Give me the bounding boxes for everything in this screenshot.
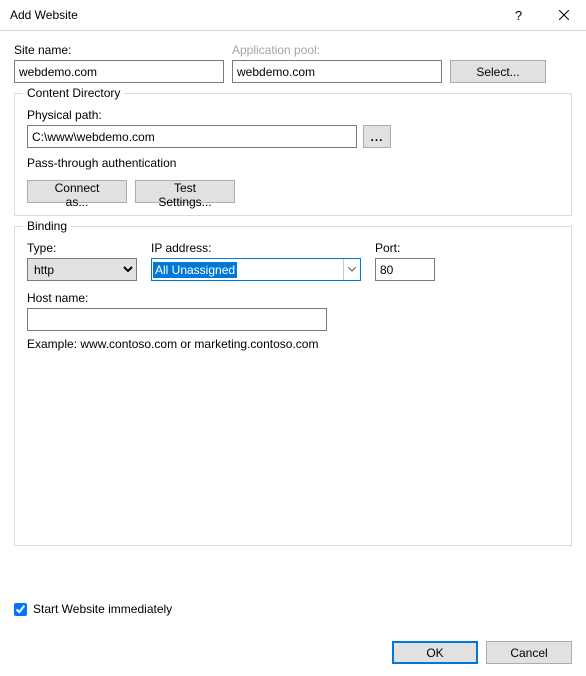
app-pool-input xyxy=(232,60,442,83)
binding-legend: Binding xyxy=(23,219,71,233)
content-directory-group: Content Directory Physical path: ... Pas… xyxy=(14,93,572,216)
type-label: Type: xyxy=(27,241,137,255)
connect-as-button[interactable]: Connect as... xyxy=(27,180,127,203)
start-immediately-checkbox[interactable] xyxy=(14,603,27,616)
ip-address-value: All Unassigned xyxy=(153,262,237,278)
chevron-down-icon xyxy=(343,259,360,280)
binding-group: Binding Type: http IP address: All Unass… xyxy=(14,226,572,546)
close-button[interactable] xyxy=(541,0,586,30)
dialog-footer: OK Cancel xyxy=(392,641,572,664)
window-title: Add Website xyxy=(10,8,496,22)
start-immediately-label: Start Website immediately xyxy=(33,602,172,616)
port-label: Port: xyxy=(375,241,435,255)
physical-path-input[interactable] xyxy=(27,125,357,148)
type-select[interactable]: http xyxy=(27,258,137,281)
site-name-input[interactable] xyxy=(14,60,224,83)
ip-address-label: IP address: xyxy=(151,241,361,255)
host-name-label: Host name: xyxy=(27,291,327,305)
dialog-content: Site name: Application pool: Select... C… xyxy=(0,31,586,546)
select-app-pool-button[interactable]: Select... xyxy=(450,60,546,83)
content-directory-legend: Content Directory xyxy=(23,86,124,100)
ellipsis-icon: ... xyxy=(370,130,383,144)
titlebar: Add Website ? xyxy=(0,0,586,31)
start-immediately-row[interactable]: Start Website immediately xyxy=(14,602,172,616)
host-example-text: Example: www.contoso.com or marketing.co… xyxy=(27,337,559,351)
host-name-input[interactable] xyxy=(27,308,327,331)
test-settings-button[interactable]: Test Settings... xyxy=(135,180,235,203)
help-button[interactable]: ? xyxy=(496,0,541,30)
app-pool-label: Application pool: xyxy=(232,43,442,57)
ok-button[interactable]: OK xyxy=(392,641,478,664)
help-icon: ? xyxy=(515,8,522,23)
physical-path-label: Physical path: xyxy=(27,108,559,122)
close-icon xyxy=(559,10,569,20)
site-name-label: Site name: xyxy=(14,43,224,57)
pass-through-label: Pass-through authentication xyxy=(27,156,559,170)
port-input[interactable] xyxy=(375,258,435,281)
ip-address-select[interactable]: All Unassigned xyxy=(151,258,361,281)
browse-path-button[interactable]: ... xyxy=(363,125,391,148)
cancel-button[interactable]: Cancel xyxy=(486,641,572,664)
